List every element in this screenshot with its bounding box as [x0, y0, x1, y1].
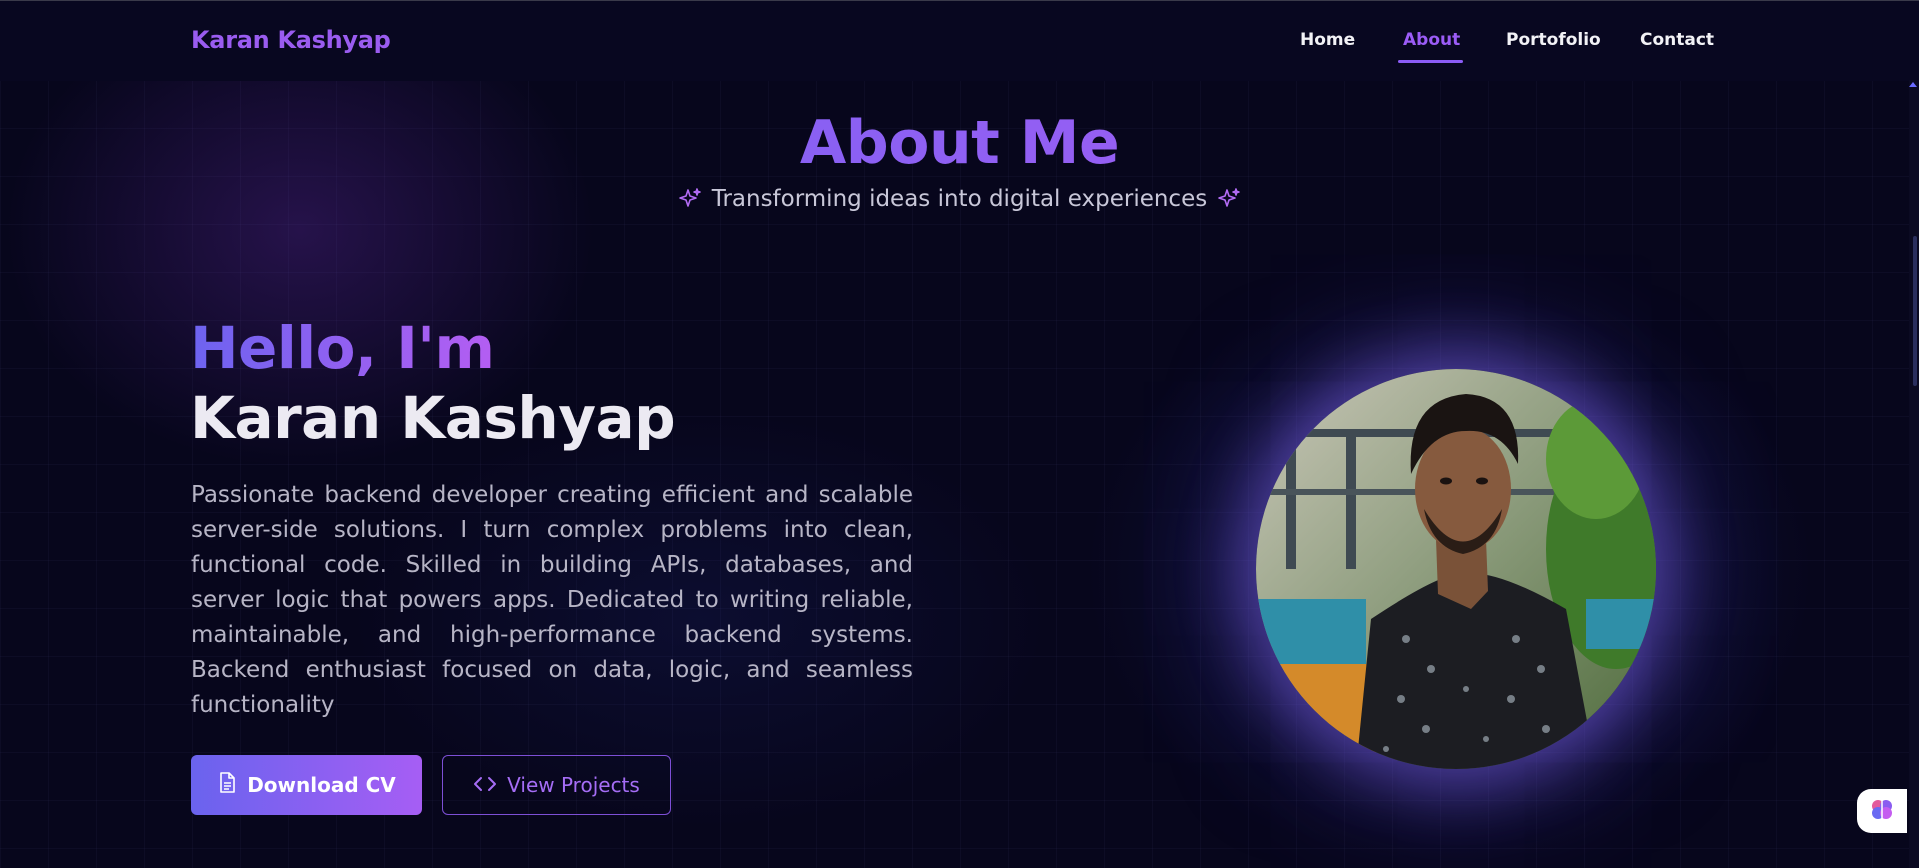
brand-logo[interactable]: Karan Kashyap	[191, 26, 391, 54]
view-projects-button[interactable]: View Projects	[442, 755, 671, 815]
assistant-widget-button[interactable]	[1857, 789, 1907, 833]
sparkles-icon	[1217, 187, 1241, 211]
site-header: Karan Kashyap Home About Portofolio Cont…	[0, 1, 1919, 81]
scrollbar-thumb[interactable]	[1913, 236, 1917, 386]
nav-item-home[interactable]: Home	[1300, 30, 1355, 50]
hero-name: Karan Kashyap	[190, 384, 676, 452]
nav-item-about[interactable]: About	[1403, 30, 1460, 50]
section-title: About Me	[0, 108, 1919, 178]
section-subtitle: Transforming ideas into digital experien…	[711, 186, 1208, 212]
document-icon	[217, 771, 237, 799]
nav-item-contact[interactable]: Contact	[1640, 30, 1714, 50]
download-cv-button[interactable]: Download CV	[191, 755, 422, 815]
section-subtitle-row: Transforming ideas into digital experien…	[0, 186, 1919, 212]
brain-icon	[1869, 797, 1895, 825]
profile-photo	[1256, 369, 1656, 769]
view-projects-label: View Projects	[507, 773, 640, 797]
code-brackets-icon	[473, 773, 497, 797]
page: Karan Kashyap Home About Portofolio Cont…	[0, 0, 1919, 868]
hero-bio: Passionate backend developer creating ef…	[191, 482, 913, 718]
sparkles-icon	[678, 187, 702, 211]
scroll-up-arrow-icon[interactable]	[1909, 82, 1917, 87]
nav-active-indicator	[1398, 60, 1463, 63]
hero-greeting: Hello, I'm	[190, 314, 495, 382]
nav-item-portfolio[interactable]: Portofolio	[1506, 30, 1601, 50]
download-cv-label: Download CV	[247, 773, 396, 797]
